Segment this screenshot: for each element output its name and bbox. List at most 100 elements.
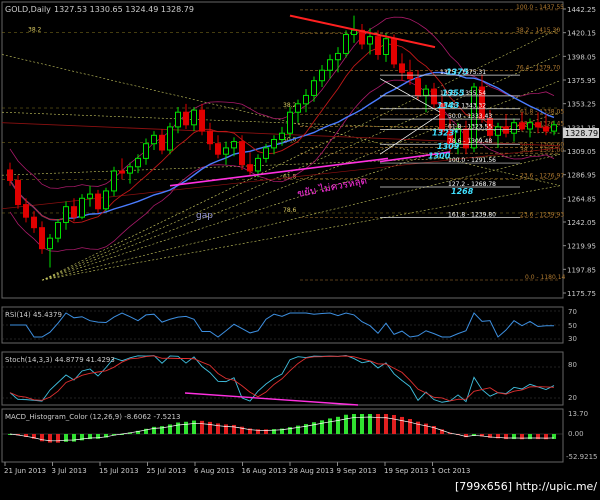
macd-histogram-bar	[64, 434, 68, 442]
time-tick-label: 6 Aug 2013	[194, 467, 234, 475]
cyan-level-label: 1309	[437, 142, 460, 151]
macd-histogram-bar	[152, 426, 156, 434]
rsi-tick-70: 70	[568, 308, 577, 316]
ohlc-values: 1327.53 1330.65 1324.49 1328.79	[54, 5, 194, 14]
level-label: 161.8 - 1239.80	[448, 211, 496, 218]
macd-histogram-bar	[416, 421, 420, 434]
macd-histogram-bar	[224, 424, 228, 434]
time-tick-label: 3 Jul 2013	[52, 467, 87, 475]
symbol-title: GOLD,Daily	[5, 5, 51, 14]
candle-body	[511, 122, 517, 134]
fib-label: 23.6 - 1239.93	[520, 211, 564, 218]
candle-body	[535, 122, 541, 128]
price-tick-label: 1398.05	[567, 53, 596, 61]
macd-histogram-bar	[352, 414, 356, 434]
macd-histogram-bar	[192, 420, 196, 434]
candle-body	[103, 190, 109, 210]
price-tick-label: 1175.75	[567, 290, 596, 298]
time-axis[interactable]: 21 Jun 2013 3 Jul 2013 15 Jul 2013 25 Jul 2…	[4, 462, 470, 475]
candle-body	[111, 170, 117, 192]
rsi-tick-50: 50	[568, 322, 577, 330]
time-tick-label: 25 Jul 2013	[147, 467, 187, 475]
candle-body	[391, 38, 397, 65]
trendline-fans	[1, 27, 561, 281]
macd-histogram-bar	[336, 416, 340, 434]
rsi-tick-30: 30	[568, 335, 577, 343]
candle-body	[87, 193, 93, 199]
time-tick-label: 15 Jul 2013	[99, 467, 139, 475]
time-tick-label: 28 Aug 2013	[289, 467, 334, 475]
candle-body	[215, 143, 221, 155]
price-tick-label: 1286.95	[567, 172, 596, 180]
candle-body	[527, 122, 533, 130]
candle-body	[199, 109, 205, 132]
indicator-lines	[2, 310, 563, 443]
fib-label: 76.4 - 1379.70	[516, 65, 560, 72]
macd-histogram-bar	[208, 421, 212, 434]
candle-body	[271, 139, 277, 149]
candle-body	[431, 88, 437, 105]
gap-annotation: gap	[196, 211, 213, 221]
stoch-label: Stoch(14,3,3) 44.8779 41.4293	[5, 356, 115, 364]
fib-label: 100.0 - 1437.55	[516, 4, 564, 11]
stoch-divergence-line	[184, 392, 359, 406]
candle-body	[95, 193, 101, 210]
macd-histogram-bar	[216, 423, 220, 434]
candle-body	[287, 111, 293, 134]
price-tick-label: 1309.05	[567, 148, 596, 156]
candle-body	[399, 63, 405, 73]
macd-histogram-bar	[320, 420, 324, 434]
price-tick-label: 1375.95	[567, 77, 596, 85]
cyan-level-label: 1300	[428, 151, 451, 160]
fib-label: 0.0 - 1180.14	[525, 274, 566, 281]
white-wedge-line	[379, 114, 441, 155]
candle-body	[263, 147, 269, 159]
candle-body	[423, 88, 429, 96]
price-tick-label: 1242.05	[567, 219, 596, 227]
watermark: [799x656] http://upic.me/	[455, 480, 597, 493]
current-price-value: 1328.79	[565, 129, 598, 138]
fib-label: 23.6 - 1326.45	[520, 120, 564, 127]
candle-body	[303, 94, 309, 105]
macd-histogram-bar	[304, 424, 308, 434]
price-tick-label: 1420.15	[567, 30, 596, 38]
fib-label: 38.2 - 1415.30	[516, 27, 560, 34]
candle-body	[415, 78, 421, 96]
macd-histogram-bar	[232, 424, 236, 434]
fib-label-left: 78.6	[283, 207, 297, 214]
chart-canvas[interactable]: 100.0 - 1437.55 38.2 - 1415.30 76.4 - 1379…	[0, 0, 600, 496]
macd-histogram-bar	[408, 418, 412, 434]
macd-tick-bottom: -52.9215	[566, 453, 597, 461]
time-tick-label: 9 Sep 2013	[337, 467, 377, 475]
candle-body	[551, 124, 557, 132]
candle-body	[55, 221, 61, 239]
time-tick-label: 19 Sep 2013	[384, 467, 428, 475]
candle-body	[15, 179, 21, 206]
cyan-level-label: 1268	[451, 187, 474, 196]
candle-body	[367, 36, 373, 45]
stoch-tick-80: 80	[568, 361, 577, 369]
candle-body	[79, 197, 85, 218]
cyan-level-label: 1375	[446, 67, 469, 76]
candle-body	[375, 36, 381, 55]
time-tick-label: 1 Oct 2013	[432, 467, 471, 475]
macd-histogram-bar	[184, 421, 188, 434]
candle-body	[223, 147, 229, 155]
mt4-chart-window: 100.0 - 1437.55 38.2 - 1415.30 76.4 - 1379…	[0, 0, 600, 496]
candle-body	[39, 227, 45, 250]
candle-body	[135, 157, 141, 168]
candle-body	[351, 29, 357, 36]
candle-body	[383, 38, 389, 55]
candle-body	[31, 216, 37, 229]
candle-body	[503, 126, 509, 134]
macd-histogram-bar	[56, 434, 60, 443]
price-axis[interactable]: 1442.251420.151398.051375.951353.251331.…	[563, 6, 596, 298]
candle-body	[231, 141, 237, 149]
candle-body	[543, 126, 549, 132]
candle-body	[327, 59, 333, 71]
candle-body	[207, 130, 213, 145]
macd-histogram-bar	[400, 416, 404, 434]
price-tick-label: 1197.85	[567, 266, 596, 274]
macd-histogram-bar	[376, 414, 380, 434]
candle-body	[335, 52, 341, 61]
